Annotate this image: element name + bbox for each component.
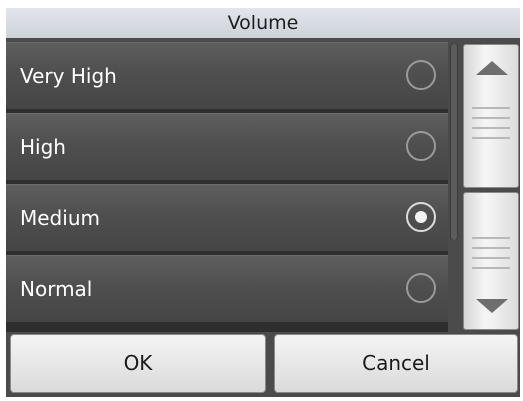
scrollbar-thumb[interactable] bbox=[451, 44, 457, 240]
scroll-up-button[interactable] bbox=[463, 44, 519, 188]
scroll-down-button[interactable] bbox=[463, 192, 519, 330]
grip-line bbox=[472, 117, 510, 119]
option-label: Normal bbox=[20, 277, 93, 301]
scrollbar-track[interactable] bbox=[450, 44, 458, 240]
option-very-high[interactable]: Very High bbox=[6, 42, 448, 109]
option-high[interactable]: High bbox=[6, 113, 448, 180]
ok-button[interactable]: OK bbox=[10, 334, 266, 393]
option-label: Very High bbox=[20, 64, 117, 88]
radio-icon[interactable] bbox=[406, 131, 436, 161]
radio-dot-icon bbox=[415, 211, 427, 223]
option-medium[interactable]: Medium bbox=[6, 184, 448, 251]
grip-line bbox=[472, 257, 510, 259]
grip-line bbox=[472, 107, 510, 109]
dialog-title: Volume bbox=[6, 8, 520, 38]
triangle-up-icon bbox=[476, 61, 508, 75]
grip-line bbox=[472, 137, 510, 139]
grip-line bbox=[472, 127, 510, 129]
grip-line bbox=[472, 237, 510, 239]
volume-dialog: Volume Very High High Medium Normal OK C… bbox=[6, 8, 520, 397]
radio-selected-icon[interactable] bbox=[406, 202, 436, 232]
option-label: High bbox=[20, 135, 66, 159]
triangle-down-icon bbox=[476, 299, 508, 313]
option-label: Medium bbox=[20, 206, 100, 230]
grip-line bbox=[472, 247, 510, 249]
radio-icon[interactable] bbox=[406, 273, 436, 303]
option-normal[interactable]: Normal bbox=[6, 255, 448, 322]
cancel-button[interactable]: Cancel bbox=[274, 334, 518, 393]
volume-option-list: Very High High Medium Normal bbox=[6, 42, 448, 332]
radio-icon[interactable] bbox=[406, 60, 436, 90]
grip-line bbox=[472, 267, 510, 269]
